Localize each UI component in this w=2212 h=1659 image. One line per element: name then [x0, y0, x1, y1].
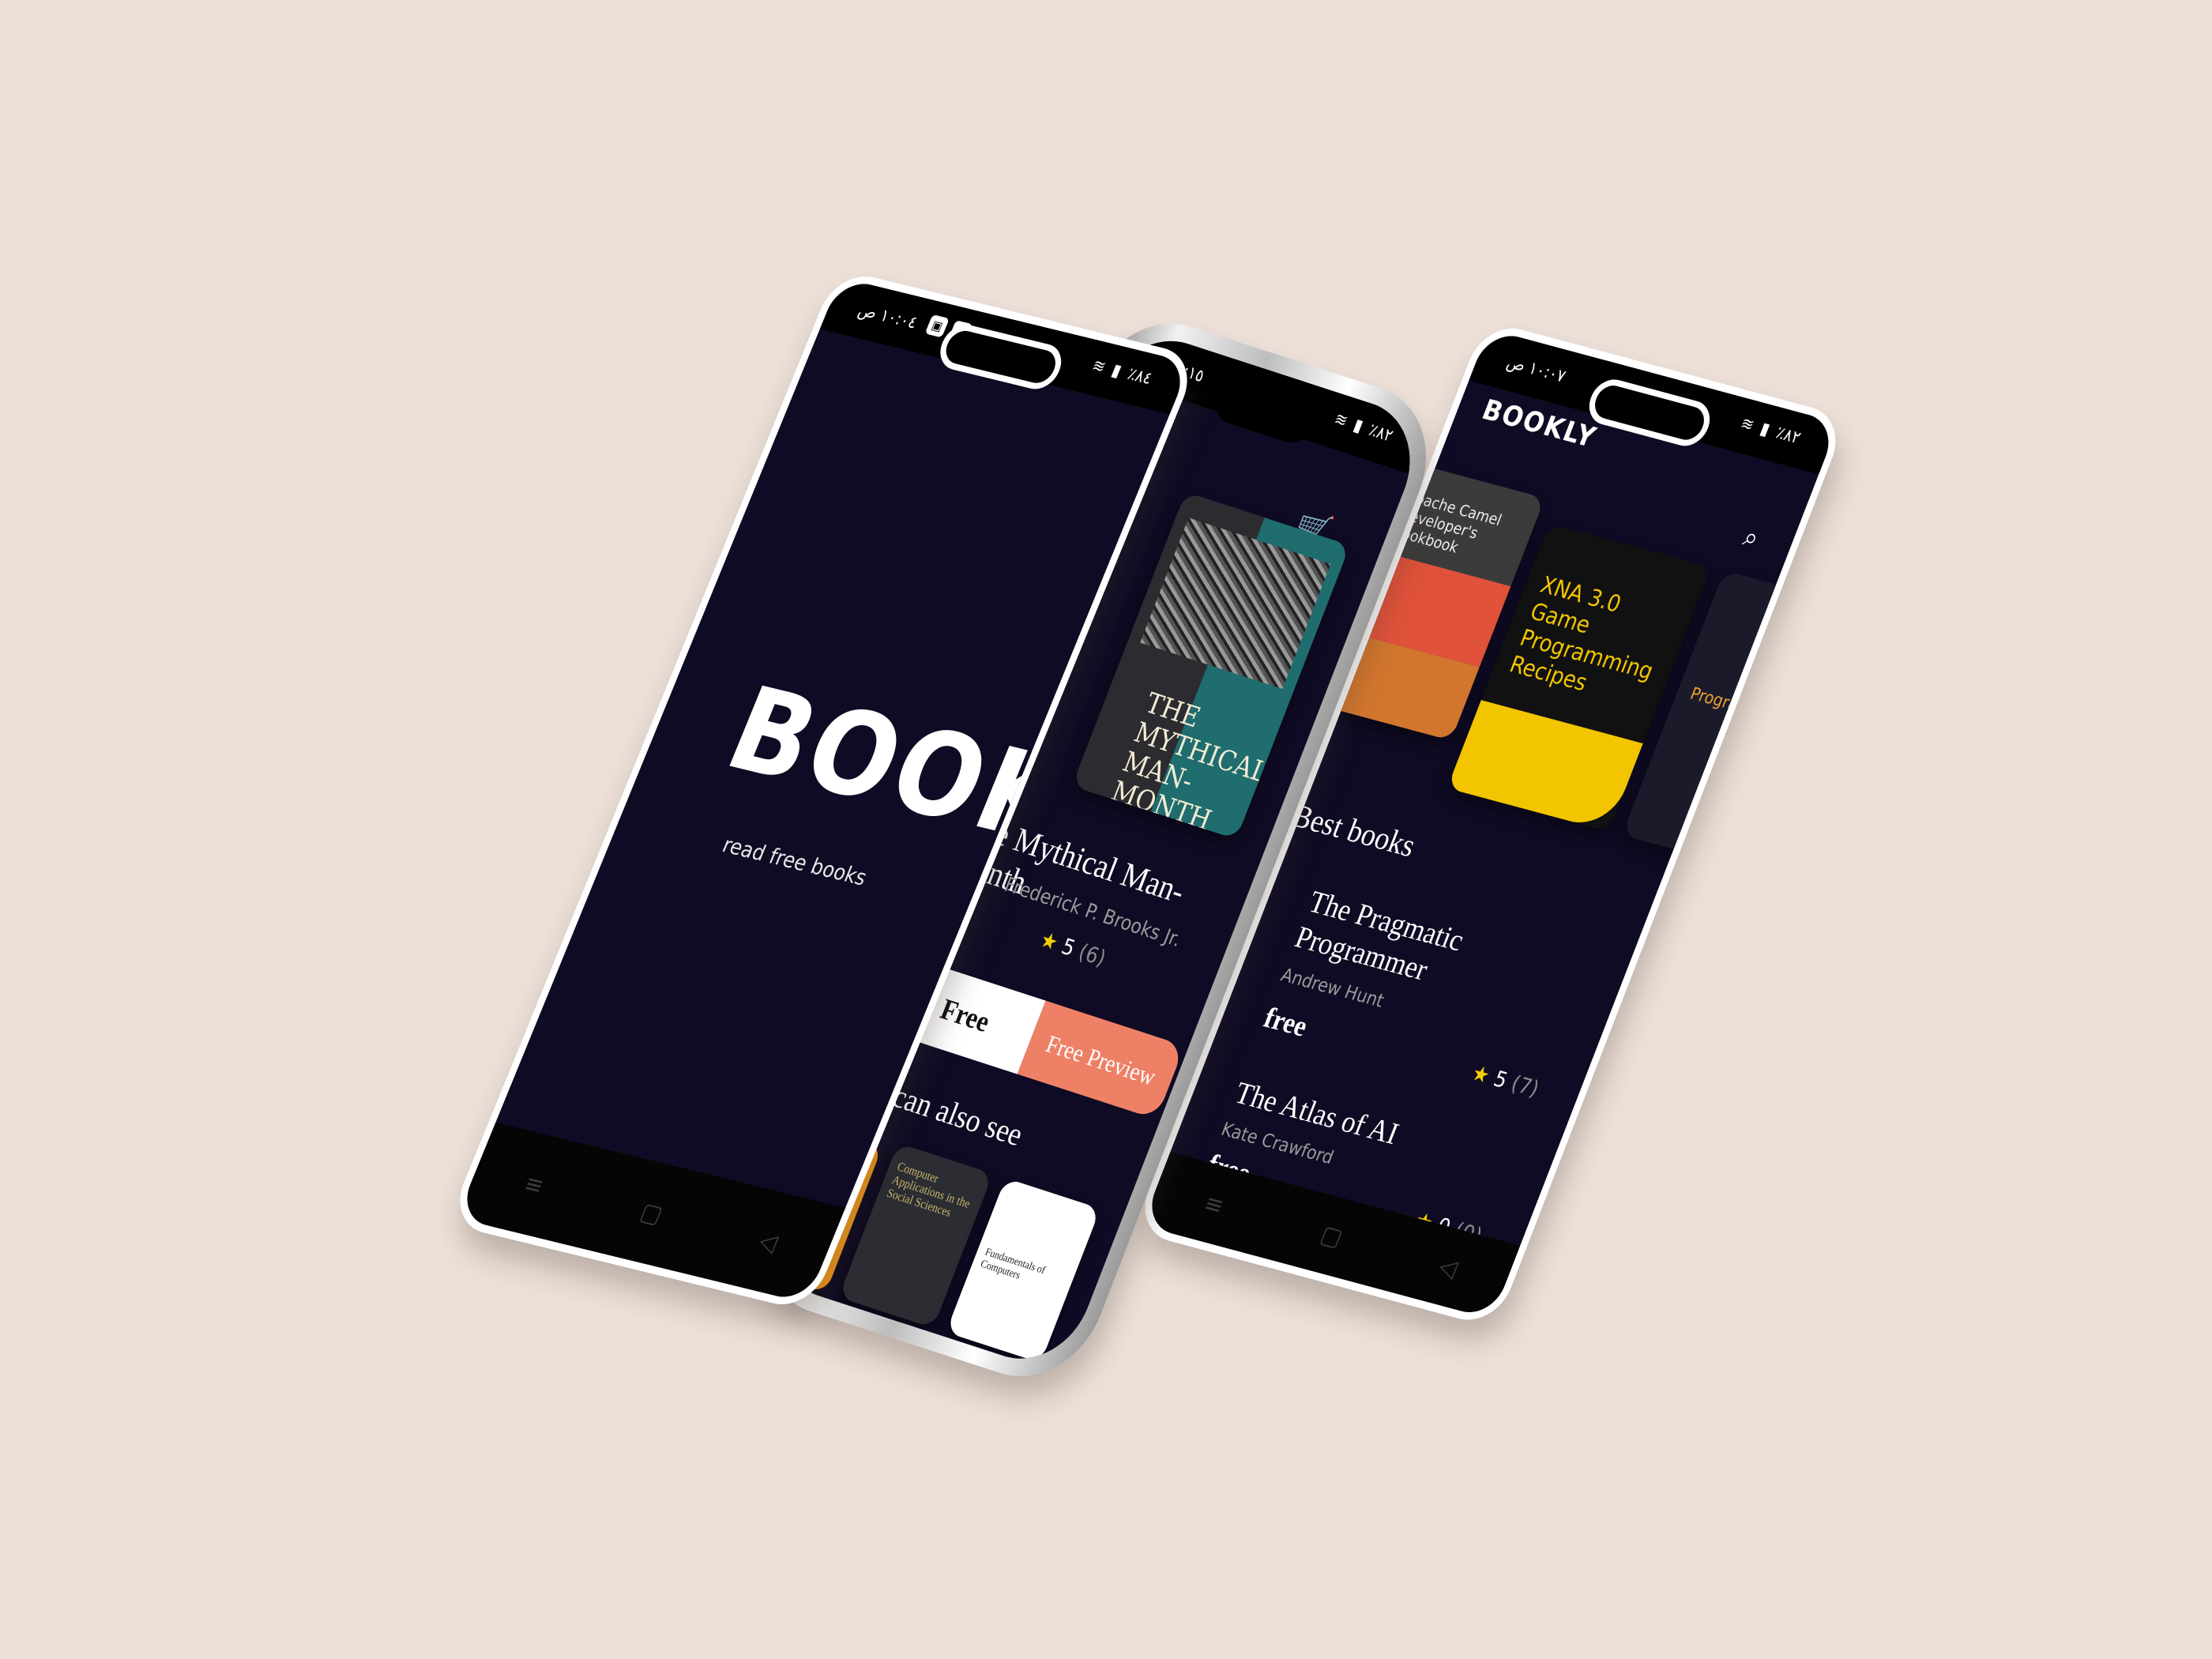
wifi-icon: ≋ [1737, 413, 1757, 436]
section-best-books: Best books [1287, 798, 1420, 865]
status-time: ١٠:٠٤ ص [855, 300, 920, 333]
battery-level: ٪٨٢ [1773, 423, 1804, 449]
book-rating: ★ 5 (6) [1036, 926, 1110, 972]
status-icons: ≋ ▮ ٪٨٤ [1089, 356, 1155, 389]
star-icon: ★ [1468, 1059, 1494, 1089]
status-icons: ≋ ▮ ٪٨٢ [1738, 414, 1804, 448]
signal-icon: ▮ [1350, 416, 1366, 437]
star-icon: ★ [1036, 926, 1063, 956]
cover-title: Fundamentals of Computers [978, 1246, 1048, 1282]
home-icon[interactable]: ▢ [636, 1197, 667, 1229]
wifi-icon: ≋ [1331, 409, 1351, 432]
wifi-icon: ≋ [1089, 356, 1109, 378]
cover-title: Computer Applications in the Social Scie… [885, 1160, 972, 1220]
nav-bar: ≡ ▢ ◁ [1142, 1152, 1521, 1319]
status-time: ١٠:٠٧ ص [1503, 352, 1569, 387]
menu-icon[interactable]: ≡ [520, 1168, 548, 1201]
menu-icon[interactable]: ≡ [1200, 1188, 1228, 1221]
nav-bar: ≡ ▢ ◁ [457, 1122, 846, 1304]
status-icons: ≋ ▮ ٪٨٢ [1331, 409, 1395, 446]
signal-icon: ▮ [1757, 419, 1773, 440]
battery-level: ٪٨٢ [1366, 420, 1396, 446]
free-preview-button[interactable]: Free Preview [1017, 1000, 1185, 1119]
cover-title: XNA 3.0 Game Programming Recipes [1506, 571, 1657, 698]
home-icon[interactable]: ▢ [1316, 1219, 1346, 1252]
search-icon[interactable]: ⌕ [1739, 521, 1763, 555]
list-item-rating: ★ 5 (7) [1468, 1059, 1543, 1102]
back-icon[interactable]: ◁ [754, 1225, 782, 1257]
battery-level: ٪٨٤ [1124, 364, 1155, 389]
app-notification-icon: ▣ [924, 314, 950, 338]
signal-icon: ▮ [1108, 360, 1124, 382]
cover-title: Programming [1687, 684, 1791, 729]
back-icon[interactable]: ◁ [1435, 1251, 1462, 1284]
list-item-price: free [1259, 1001, 1312, 1044]
